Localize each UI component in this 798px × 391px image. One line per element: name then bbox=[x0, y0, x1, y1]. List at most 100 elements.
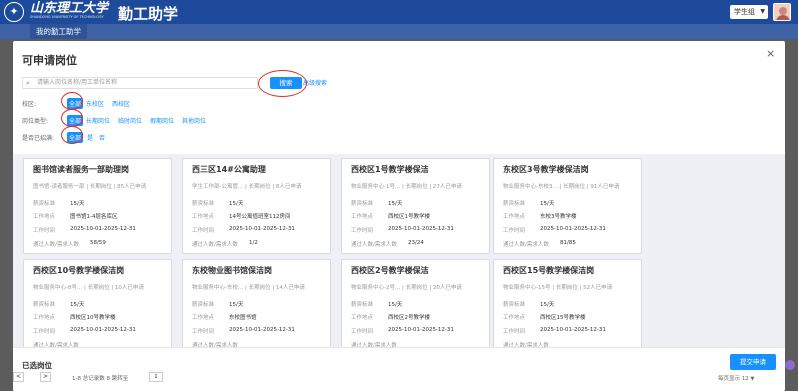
top-header: ✦ 山东理工大学 SHANDONG UNIVERSITY OF TECHNOLO… bbox=[0, 0, 798, 24]
job-card-time-label: 工作时间 bbox=[351, 228, 374, 234]
annotation-circle-type bbox=[61, 109, 83, 127]
type-filter-label: 岗位类型: bbox=[22, 118, 49, 125]
job-card[interactable]: 西校区15号教学楼保洁岗物业服务中心-15号 | 长期岗位 | 52人已申请 薪资… bbox=[493, 259, 642, 355]
job-card[interactable]: 西三区14#公寓助理 学生工作部-公寓管... | 长期岗位 | 8人已申请 薪资标… bbox=[182, 158, 331, 254]
job-card-ratio-value: 58/59 bbox=[90, 240, 106, 246]
job-card-title: 西校区15号教学楼保洁岗 bbox=[503, 266, 595, 275]
job-card-ratio-value: 23/24 bbox=[408, 240, 424, 246]
job-card-ratio-label: 通过人数/需求人数 bbox=[503, 242, 549, 248]
job-card[interactable]: 西校区10号教学楼保洁岗 物业服务中心-8号... | 长期岗位 | 10人已申请… bbox=[23, 259, 172, 355]
job-card-location-label: 工作地点 bbox=[192, 315, 215, 321]
job-card-time-value: 2025-10-01-2025-12-31 bbox=[388, 226, 454, 232]
job-card[interactable]: 图书馆读者服务一部助理岗 图书馆-读者服务一部 | 长期岗位 | 85人已申请 薪资… bbox=[23, 158, 172, 254]
job-card-salary-label: 薪资标准 bbox=[192, 302, 215, 308]
type-option-temp[interactable]: 临时岗位 bbox=[118, 116, 142, 125]
nav-bar: 我的勤工助学 bbox=[0, 24, 798, 39]
job-card-title: 西三区14#公寓助理 bbox=[192, 165, 266, 174]
job-card-salary-value: 15/天 bbox=[388, 201, 403, 207]
job-card-title: 东校区3号教学楼保洁岗 bbox=[503, 165, 589, 174]
job-card-title: 西校区2号教学楼保洁 bbox=[351, 266, 429, 275]
job-card-location-value: 西校区1号教学楼 bbox=[388, 214, 430, 220]
job-card-subtitle: 物业服务中心-1号... | 长期岗位 | 27人已申请 bbox=[351, 184, 462, 190]
university-english-name: SHANDONG UNIVERSITY OF TECHNOLOGY bbox=[30, 15, 104, 19]
campus-filter-label: 校区: bbox=[22, 101, 37, 108]
job-card-salary-value: 15/天 bbox=[229, 201, 244, 207]
role-select[interactable]: 学生组 ▼ bbox=[730, 5, 768, 19]
job-card-salary-value: 15/天 bbox=[388, 302, 403, 308]
job-card-time-label: 工作时间 bbox=[503, 329, 526, 335]
job-dialog: 可申请岗位 × ⌕ 请输入岗位名称/用工单位名称 搜索 高级搜索 校区: 全部 东… bbox=[13, 41, 785, 391]
job-card-salary-label: 薪资标准 bbox=[503, 302, 526, 308]
job-card-location-value: 图书馆1-4层各库区 bbox=[70, 214, 118, 220]
job-card-subtitle: 物业服务中心-8号... | 长期岗位 | 10人已申请 bbox=[33, 285, 144, 291]
job-card-time-label: 工作时间 bbox=[503, 228, 526, 234]
type-option-holiday[interactable]: 假期岗位 bbox=[150, 116, 174, 125]
floating-assistant-icon[interactable] bbox=[785, 360, 795, 370]
job-card-time-label: 工作时间 bbox=[351, 329, 374, 335]
job-card-time-label: 工作时间 bbox=[192, 228, 215, 234]
job-card-salary-value: 15/天 bbox=[540, 302, 555, 308]
type-option-other[interactable]: 其他岗位 bbox=[182, 116, 206, 125]
annotation-circle-search bbox=[258, 70, 307, 97]
job-card-time-label: 工作时间 bbox=[33, 329, 56, 335]
caret-down-icon: ▼ bbox=[760, 8, 765, 15]
prev-page-button[interactable]: < bbox=[13, 372, 24, 382]
job-card-location-label: 工作地点 bbox=[33, 214, 56, 220]
job-card-location-label: 工作地点 bbox=[503, 315, 526, 321]
selected-jobs-title: 已选岗位 bbox=[22, 361, 52, 370]
selected-jobs-bar: 已选岗位 提交申请 bbox=[13, 347, 785, 391]
job-card-subtitle: 物业服务中心-15号 | 长期岗位 | 52人已申请 bbox=[503, 285, 613, 291]
job-card-time-value: 2025-10-01-2025-12-31 bbox=[540, 226, 606, 232]
job-card-location-label: 工作地点 bbox=[351, 315, 374, 321]
job-card-ratio-label: 通过人数/需求人数 bbox=[351, 242, 397, 248]
job-card-location-label: 工作地点 bbox=[503, 214, 526, 220]
university-name: 山东理工大学 bbox=[30, 1, 109, 16]
job-card-location-label: 工作地点 bbox=[33, 315, 56, 321]
page-jump-input[interactable]: 1 bbox=[149, 372, 163, 382]
search-placeholder: 请输入岗位名称/用工单位名称 bbox=[37, 79, 118, 86]
type-option-long[interactable]: 长期岗位 bbox=[86, 116, 110, 125]
search-input[interactable]: ⌕ 请输入岗位名称/用工单位名称 bbox=[22, 77, 258, 89]
university-logo-icon: ✦ bbox=[4, 2, 24, 22]
job-card-subtitle: 物业服务中心-东校... | 长期岗位 | 14人已申请 bbox=[192, 285, 305, 291]
job-card[interactable]: 东校物业图书馆保洁岗物业服务中心-东校... | 长期岗位 | 14人已申请 薪资… bbox=[182, 259, 331, 355]
full-option-no[interactable]: 否 bbox=[99, 133, 105, 142]
job-card-subtitle: 图书馆-读者服务一部 | 长期岗位 | 85人已申请 bbox=[33, 184, 147, 190]
campus-option-east[interactable]: 东校区 bbox=[86, 99, 104, 108]
submit-application-button[interactable]: 提交申请 bbox=[730, 354, 776, 370]
job-card-subtitle: 学生工作部-公寓管... | 长期岗位 | 8人已申请 bbox=[192, 184, 302, 190]
job-card[interactable]: 西校区2号教学楼保洁 物业服务中心-2号... | 长期岗位 | 20人已申请 薪资… bbox=[341, 259, 490, 355]
page-size-select[interactable]: 每页显示 12 ▼ bbox=[718, 374, 754, 382]
job-card-salary-label: 薪资标准 bbox=[33, 201, 56, 207]
job-card-location-value: 西校区10号教学楼 bbox=[70, 315, 116, 321]
job-card-location-value: 西校区15号教学楼 bbox=[540, 315, 586, 321]
job-card-time-value: 2025-10-01-2025-12-31 bbox=[70, 327, 136, 333]
job-card-title: 东校物业图书馆保洁岗 bbox=[192, 266, 272, 275]
job-card-time-value: 2025-10-01-2025-12-31 bbox=[70, 226, 136, 232]
job-card[interactable]: 西校区1号教学楼保洁 物业服务中心-1号... | 长期岗位 | 27人已申请 薪资… bbox=[341, 158, 490, 254]
page-size-label: 每页显示 12 bbox=[718, 376, 749, 382]
job-card[interactable]: 东校区3号教学楼保洁岗物业服务中心-东校3... | 长期岗位 | 91人已申请… bbox=[493, 158, 642, 254]
nav-tab-my-workstudy[interactable]: 我的勤工助学 bbox=[30, 24, 87, 39]
close-icon[interactable]: × bbox=[766, 47, 775, 60]
job-card-ratio-label: 通过人数/需求人数 bbox=[33, 242, 79, 248]
campus-option-west[interactable]: 西校区 bbox=[112, 99, 130, 108]
job-card-time-value: 2025-10-01-2025-12-31 bbox=[229, 327, 295, 333]
job-card-time-value: 2025-10-01-2025-12-31 bbox=[229, 226, 295, 232]
caret-down-icon: ▼ bbox=[750, 376, 755, 382]
job-card-ratio-value: 1/2 bbox=[249, 240, 258, 246]
job-card-location-value: 西校区2号教学楼 bbox=[388, 315, 430, 321]
job-card-ratio-label: 通过人数/需求人数 bbox=[192, 242, 238, 248]
job-card-location-value: 14号公寓值班室112房间 bbox=[229, 214, 291, 220]
job-card-salary-value: 15/天 bbox=[540, 201, 555, 207]
job-card-time-label: 工作时间 bbox=[33, 228, 56, 234]
job-card-salary-label: 薪资标准 bbox=[351, 201, 374, 207]
full-filter-label: 是否已招满: bbox=[22, 135, 55, 142]
annotation-circle-full bbox=[61, 126, 83, 144]
user-avatar[interactable] bbox=[773, 3, 791, 21]
search-icon: ⌕ bbox=[26, 79, 30, 87]
job-card-subtitle: 物业服务中心-东校3... | 长期岗位 | 91人已申请 bbox=[503, 184, 620, 190]
job-card-ratio-value: 81/85 bbox=[560, 240, 576, 246]
full-option-yes[interactable]: 是 bbox=[87, 133, 93, 142]
next-page-button[interactable]: > bbox=[40, 372, 51, 382]
